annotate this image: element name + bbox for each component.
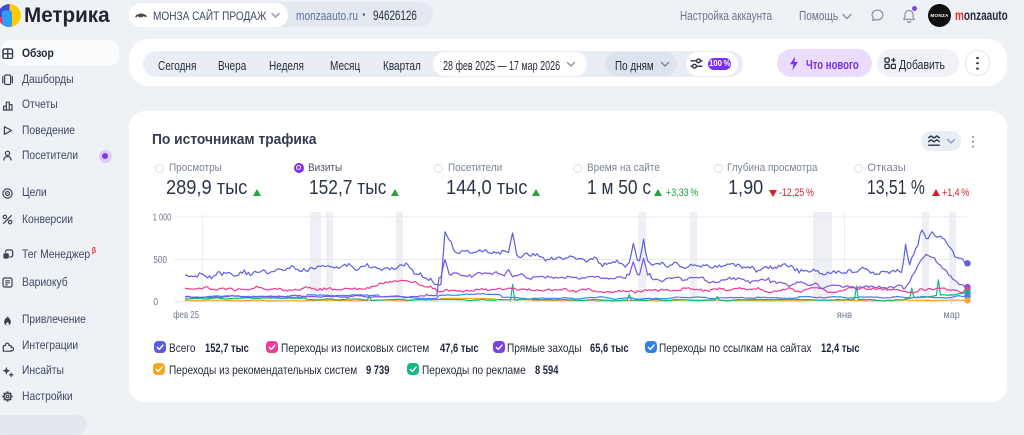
svg-text:0: 0 — [153, 297, 158, 308]
svg-text:фев 25: фев 25 — [173, 309, 199, 321]
svg-text:1 000: 1 000 — [153, 212, 172, 223]
svg-text:500: 500 — [153, 255, 167, 266]
svg-text:янв: янв — [837, 309, 853, 321]
svg-text:мар: мар — [943, 309, 960, 321]
